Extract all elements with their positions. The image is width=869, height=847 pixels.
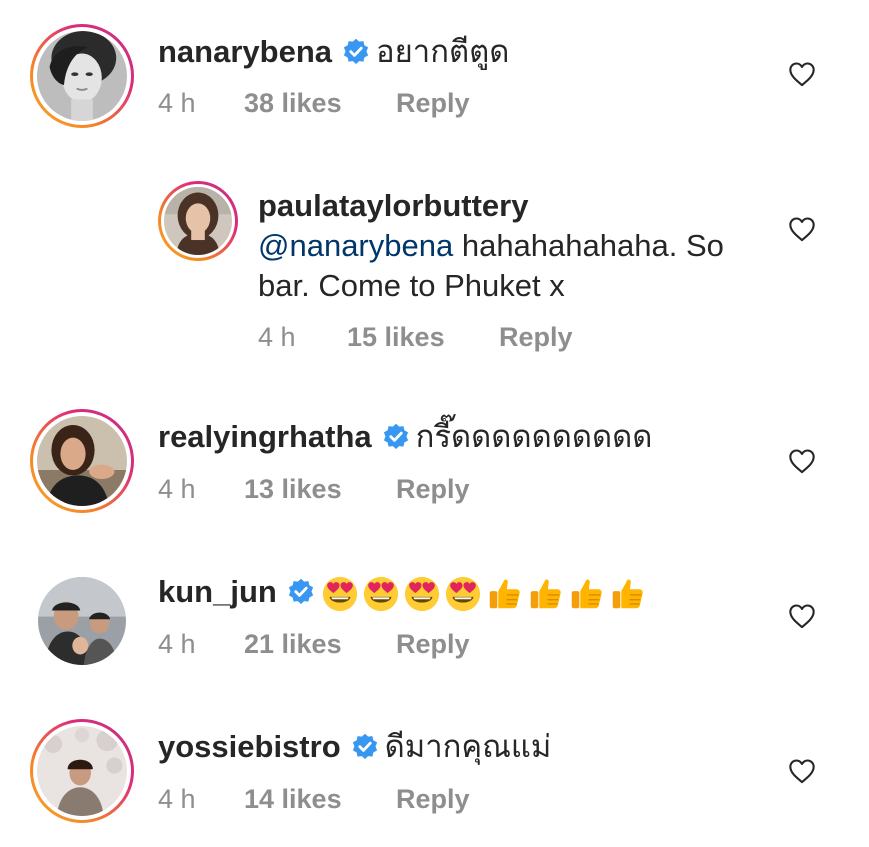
comment-text: อยากตีตูด — [376, 34, 510, 69]
likes-count[interactable]: 38 likes — [244, 88, 396, 119]
like-heart-icon[interactable] — [788, 448, 816, 474]
avatar[interactable] — [30, 409, 134, 513]
reply-button[interactable]: Reply — [396, 784, 470, 815]
comment-body: realyingrhatha กรี๊ดดดดดดดดดด — [158, 417, 652, 457]
timestamp: 4 h — [158, 629, 196, 659]
comment-text: ดีมากคุณแม่ — [384, 729, 552, 764]
comment-body: kun_jun — [158, 572, 646, 613]
avatar-photo — [37, 726, 127, 816]
comment-meta: 4 h 14 likes Reply — [158, 784, 470, 815]
reply-button[interactable]: Reply — [499, 322, 573, 353]
avatar-photo — [38, 577, 126, 665]
comment-body: yossiebistro ดีมากคุณแม่ — [158, 727, 551, 767]
verified-badge-icon — [287, 578, 315, 606]
username[interactable]: paulataylorbuttery — [258, 188, 528, 223]
like-heart-icon[interactable] — [788, 758, 816, 784]
verified-badge-icon — [351, 733, 379, 761]
heart-eyes-emoji-icon — [444, 575, 482, 613]
like-heart-icon[interactable] — [788, 216, 816, 242]
username[interactable]: yossiebistro — [158, 729, 341, 764]
comment-text: กรี๊ดดดดดดดดดด — [415, 419, 653, 454]
thumbs-up-emoji-icon — [608, 575, 646, 613]
like-heart-icon[interactable] — [788, 603, 816, 629]
emoji-text — [321, 575, 646, 613]
username[interactable]: realyingrhatha — [158, 419, 372, 454]
comment-meta: 4 h 13 likes Reply — [158, 474, 470, 505]
avatar-photo — [164, 187, 232, 255]
likes-count[interactable]: 21 likes — [244, 629, 396, 660]
reply-button[interactable]: Reply — [396, 629, 470, 660]
avatar[interactable] — [30, 24, 134, 128]
like-heart-icon[interactable] — [788, 61, 816, 87]
comment-meta: 4 h 15 likes Reply — [258, 322, 573, 353]
avatar-photo — [37, 416, 127, 506]
comment-body: nanarybena อยากตีตูด — [158, 32, 509, 72]
thumbs-up-emoji-icon — [567, 575, 605, 613]
thumbs-up-emoji-icon — [526, 575, 564, 613]
heart-eyes-emoji-icon — [321, 575, 359, 613]
comment-text: hahahahahaha. So — [453, 228, 724, 263]
avatar[interactable] — [30, 719, 134, 823]
comment-body: paulataylorbuttery @nanarybena hahahahah… — [258, 186, 778, 306]
username[interactable]: nanarybena — [158, 34, 332, 69]
verified-badge-icon — [342, 38, 370, 66]
thumbs-up-emoji-icon — [485, 575, 523, 613]
reply-button[interactable]: Reply — [396, 474, 470, 505]
timestamp: 4 h — [158, 784, 196, 814]
timestamp: 4 h — [158, 88, 196, 118]
likes-count[interactable]: 15 likes — [347, 322, 499, 353]
avatar[interactable] — [158, 181, 238, 261]
comment-meta: 4 h 38 likes Reply — [158, 88, 470, 119]
mention-link[interactable]: @nanarybena — [258, 228, 453, 263]
verified-badge-icon — [382, 423, 410, 451]
avatar[interactable] — [38, 577, 126, 665]
avatar-photo — [37, 31, 127, 121]
timestamp: 4 h — [258, 322, 296, 352]
comment-meta: 4 h 21 likes Reply — [158, 629, 470, 660]
comment-text-continued: bar. Come to Phuket x — [258, 268, 565, 303]
timestamp: 4 h — [158, 474, 196, 504]
likes-count[interactable]: 13 likes — [244, 474, 396, 505]
username[interactable]: kun_jun — [158, 574, 277, 609]
likes-count[interactable]: 14 likes — [244, 784, 396, 815]
heart-eyes-emoji-icon — [403, 575, 441, 613]
heart-eyes-emoji-icon — [362, 575, 400, 613]
reply-button[interactable]: Reply — [396, 88, 470, 119]
